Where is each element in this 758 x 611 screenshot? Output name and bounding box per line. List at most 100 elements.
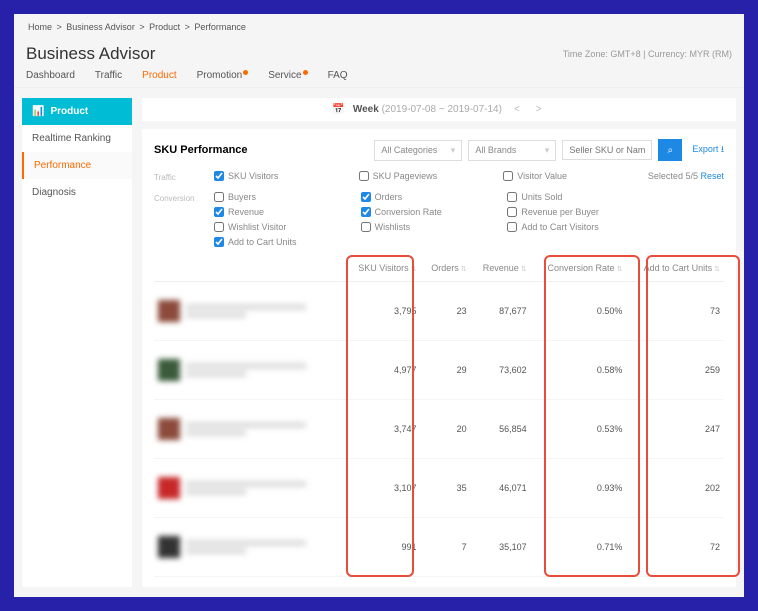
metric-checkbox-add-to-cart-units[interactable]: Add to Cart Units (214, 237, 361, 247)
sort-icon: ⇅ (714, 266, 720, 273)
next-period-button[interactable]: > (532, 104, 546, 115)
tab-traffic[interactable]: Traffic (95, 70, 122, 87)
metric-checkbox-revenue[interactable]: Revenue (214, 207, 361, 217)
product-cell (158, 359, 340, 381)
metric-checkbox-orders[interactable]: Orders (361, 192, 508, 202)
sort-icon: ⇅ (617, 266, 623, 273)
sidebar: 📊 Product Realtime RankingPerformanceDia… (22, 98, 132, 587)
brand-select[interactable]: All Brands▾ (468, 140, 556, 161)
search-button[interactable]: ⌕ (658, 139, 682, 161)
export-link[interactable]: Export ⭳ (692, 142, 724, 158)
cell-atc: 247 (626, 400, 724, 459)
product-cell (158, 536, 340, 558)
col-sku-visitors[interactable]: SKU Visitors⇅ (344, 255, 421, 282)
metric-checkbox-sku-visitors[interactable]: SKU Visitors (214, 171, 359, 181)
product-thumb (158, 418, 180, 440)
traffic-label: Traffic (154, 171, 214, 182)
cell-conversion: 0.50% (531, 282, 627, 341)
metric-checkbox-buyers[interactable]: Buyers (214, 192, 361, 202)
sidebar-item-realtime-ranking[interactable]: Realtime Ranking (22, 125, 132, 152)
timezone-info: Time Zone: GMT+8 | Currency: MYR (RM) (563, 49, 732, 59)
cell-orders: 20 (421, 400, 471, 459)
tab-faq[interactable]: FAQ (328, 70, 348, 87)
product-cell (158, 300, 340, 322)
notification-dot-icon (243, 70, 248, 75)
cell-conversion: 0.71% (531, 518, 627, 577)
calendar-icon: 📅 (332, 104, 344, 115)
metric-checkbox-units-sold[interactable]: Units Sold (507, 192, 654, 202)
cell-atc: 259 (626, 341, 724, 400)
metric-checkbox-wishlists[interactable]: Wishlists (361, 222, 508, 232)
cell-revenue: 46,071 (471, 459, 531, 518)
cell-revenue: 73,602 (471, 341, 531, 400)
metric-checkbox-wishlist-visitor[interactable]: Wishlist Visitor (214, 222, 361, 232)
product-thumb (158, 536, 180, 558)
sku-performance-panel: SKU Performance All Categories▾ All Bran… (142, 129, 736, 587)
page-title: Business Advisor (26, 44, 155, 64)
cell-sku-visitors: 4,977 (344, 341, 421, 400)
sku-table: SKU Visitors⇅Orders⇅Revenue⇅Conversion R… (154, 255, 724, 577)
product-thumb (158, 359, 180, 381)
category-select[interactable]: All Categories▾ (374, 140, 462, 161)
cell-orders: 29 (421, 341, 471, 400)
cell-atc: 202 (626, 459, 724, 518)
table-row[interactable]: 3,7472056,8540.53%247 (154, 400, 724, 459)
col-revenue[interactable]: Revenue⇅ (471, 255, 531, 282)
sku-search-input[interactable] (562, 140, 652, 160)
product-cell (158, 477, 340, 499)
metric-checkbox-revenue-per-buyer[interactable]: Revenue per Buyer (507, 207, 654, 217)
selected-count: Selected 5/5 Reset (648, 171, 724, 182)
cell-conversion: 0.53% (531, 400, 627, 459)
cell-conversion: 0.93% (531, 459, 627, 518)
tab-service[interactable]: Service (268, 70, 307, 87)
cell-orders: 7 (421, 518, 471, 577)
cell-sku-visitors: 3,795 (344, 282, 421, 341)
tab-dashboard[interactable]: Dashboard (26, 70, 75, 87)
sidebar-item-performance[interactable]: Performance (22, 152, 132, 179)
table-row[interactable]: 991735,1070.71%72 (154, 518, 724, 577)
panel-title: SKU Performance (154, 144, 368, 156)
cell-revenue: 56,854 (471, 400, 531, 459)
tab-product[interactable]: Product (142, 70, 176, 87)
metric-checkbox-conversion-rate[interactable]: Conversion Rate (361, 207, 508, 217)
chevron-down-icon: ▾ (545, 145, 550, 156)
crumb[interactable]: Product (149, 22, 180, 32)
crumb[interactable]: Business Advisor (66, 22, 135, 32)
sort-icon: ⇅ (411, 266, 417, 273)
chart-icon: 📊 (32, 106, 44, 117)
sort-icon: ⇅ (521, 266, 527, 273)
cell-sku-visitors: 991 (344, 518, 421, 577)
table-row[interactable]: 3,1073546,0710.93%202 (154, 459, 724, 518)
table-row[interactable]: 4,9772973,6020.58%259 (154, 341, 724, 400)
crumb[interactable]: Home (28, 22, 52, 32)
chevron-down-icon: ▾ (451, 145, 456, 156)
conversion-label: Conversion (154, 192, 214, 247)
product-cell (158, 418, 340, 440)
prev-period-button[interactable]: < (510, 104, 524, 115)
cell-atc: 72 (626, 518, 724, 577)
period-label[interactable]: Week (353, 104, 379, 115)
cell-sku-visitors: 3,747 (344, 400, 421, 459)
col-orders[interactable]: Orders⇅ (421, 255, 471, 282)
col-add-to-cart-units[interactable]: Add to Cart Units⇅ (626, 255, 724, 282)
date-range: (2019-07-08 ~ 2019-07-14) (382, 104, 502, 115)
cell-atc: 73 (626, 282, 724, 341)
sidebar-item-diagnosis[interactable]: Diagnosis (22, 179, 132, 206)
cell-conversion: 0.58% (531, 341, 627, 400)
app-window: Home > Business Advisor > Product > Perf… (14, 14, 744, 597)
sort-icon: ⇅ (461, 266, 467, 273)
product-thumb (158, 300, 180, 322)
cell-orders: 23 (421, 282, 471, 341)
sidebar-header: 📊 Product (22, 98, 132, 125)
cell-revenue: 35,107 (471, 518, 531, 577)
search-icon: ⌕ (668, 145, 674, 156)
metric-checkbox-sku-pageviews[interactable]: SKU Pageviews (359, 171, 504, 181)
breadcrumb: Home > Business Advisor > Product > Perf… (14, 14, 744, 40)
tab-promotion[interactable]: Promotion (197, 70, 249, 87)
metric-checkbox-add-to-cart-visitors[interactable]: Add to Cart Visitors (507, 222, 654, 232)
reset-link[interactable]: Reset (700, 171, 724, 181)
metric-checkbox-visitor-value[interactable]: Visitor Value (503, 171, 648, 181)
notification-dot-icon (303, 70, 308, 75)
table-row[interactable]: 3,7952387,6770.50%73 (154, 282, 724, 341)
col-conversion-rate[interactable]: Conversion Rate⇅ (531, 255, 627, 282)
